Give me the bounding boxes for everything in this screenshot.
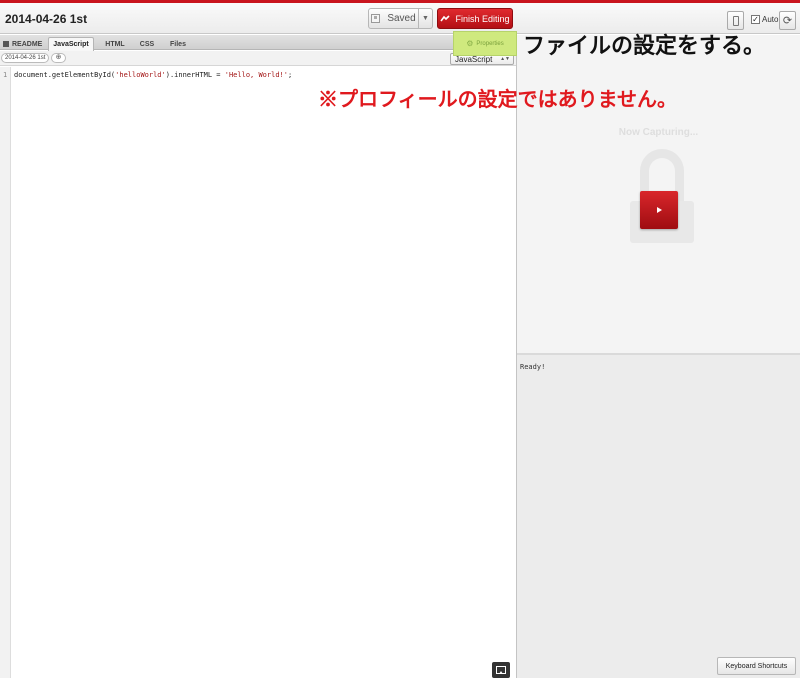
tab-readme[interactable]: README [3, 37, 43, 51]
console-pane: Ready! Keyboard Shortcuts [517, 353, 800, 678]
play-icon [657, 207, 662, 213]
saved-label: Saved [387, 13, 416, 24]
editor-subbar: 2014-04-26 1st ⊕ JavaScript ▲▼ [0, 51, 516, 66]
properties-button[interactable]: ⚙ Properties [453, 31, 517, 56]
console-output: Ready! [520, 363, 546, 371]
annotation-not-profile: ※プロフィールの設定ではありません。 [318, 87, 677, 111]
document-title: 2014-04-26 1st [5, 12, 88, 26]
tab-javascript[interactable]: JavaScript [48, 37, 94, 51]
auto-toggle[interactable]: ✓ Auto [751, 15, 778, 24]
finish-editing-button[interactable]: Finish Editing [437, 8, 513, 29]
finish-icon [440, 15, 451, 22]
document-icon [3, 41, 9, 47]
code-suffix: ; [287, 71, 293, 79]
capture-status: Now Capturing... [618, 127, 699, 138]
keyboard-shortcuts-button[interactable]: Keyboard Shortcuts [717, 657, 796, 675]
line-gutter: 1 [0, 67, 11, 678]
finish-editing-label: Finish Editing [455, 13, 510, 24]
tab-html[interactable]: HTML [101, 37, 129, 51]
line-number: 1 [3, 71, 8, 79]
properties-label: Properties [476, 40, 504, 47]
reload-button[interactable]: ⟳ [779, 11, 796, 30]
saved-dropdown-button[interactable]: ▼ [419, 8, 433, 29]
code-prefix: document.getElementById( [14, 71, 116, 79]
select-arrows-icon: ▲▼ [500, 56, 510, 62]
annotation-file-settings: ファイルの設定をする。 [523, 33, 766, 59]
code-string: 'Hello, World!' [224, 71, 288, 79]
code-line: document.getElementById('helloWorld').in… [14, 71, 292, 79]
breadcrumb[interactable]: 2014-04-26 1st [1, 53, 50, 63]
code-string: 'helloWorld' [115, 71, 166, 79]
tab-files[interactable]: Files [166, 37, 190, 51]
fullscreen-button[interactable] [492, 662, 510, 678]
save-icon [371, 14, 381, 23]
add-icon[interactable]: ⊕ [51, 53, 66, 63]
tab-css[interactable]: CSS [135, 37, 159, 51]
code-editor[interactable]: 1 document.getElementById('helloWorld').… [0, 67, 516, 678]
reload-icon: ⟳ [782, 15, 793, 27]
play-button[interactable] [640, 191, 678, 229]
fullscreen-icon [496, 666, 506, 674]
tab-readme-label: README [12, 40, 43, 48]
auto-checkbox[interactable]: ✓ [751, 15, 760, 24]
saved-button[interactable]: Saved [368, 8, 419, 29]
chevron-down-icon: ▼ [422, 15, 429, 22]
gear-icon: ⚙ [466, 39, 474, 48]
code-middle: ).innerHTML = [165, 71, 225, 79]
file-tabs: README JavaScript HTML CSS Files [0, 35, 516, 51]
auto-label: Auto [762, 15, 779, 24]
mobile-icon [732, 15, 739, 26]
